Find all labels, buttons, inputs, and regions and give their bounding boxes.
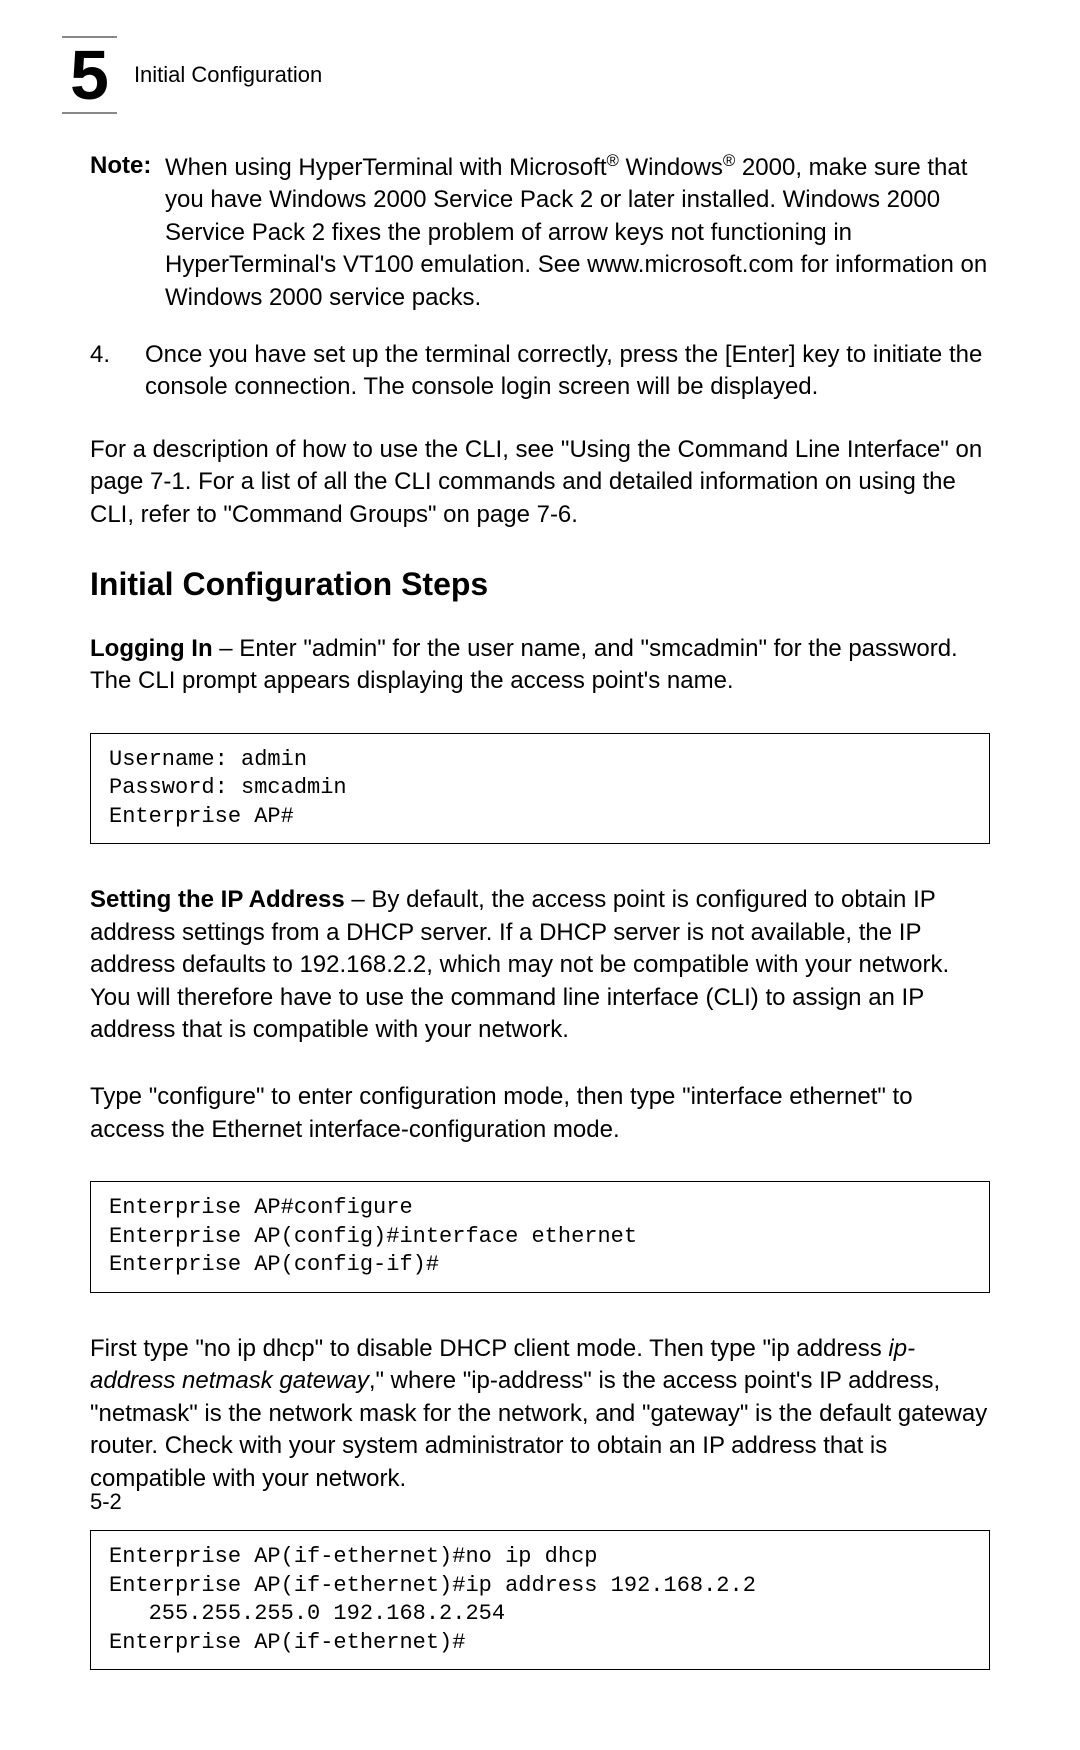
type-configure-paragraph: Type "configure" to enter configuration … <box>90 1081 990 1146</box>
cli-reference-paragraph: For a description of how to use the CLI,… <box>90 434 990 531</box>
page-number: 5-2 <box>90 1489 122 1515</box>
code-block-ip-address: Enterprise AP(if-ethernet)#no ip dhcp En… <box>90 1530 990 1670</box>
first-type-paragraph: First type "no ip dhcp" to disable DHCP … <box>90 1333 990 1495</box>
chapter-title: Initial Configuration <box>134 62 322 88</box>
note-text-part1: When using HyperTerminal with Microsoft <box>165 154 606 181</box>
note-label: Note: <box>90 150 165 314</box>
step-number: 4. <box>90 339 145 404</box>
code-block-configure: Enterprise AP#configure Enterprise AP(co… <box>90 1181 990 1293</box>
logging-in-text: – Enter "admin" for the user name, and "… <box>90 635 958 694</box>
logging-in-paragraph: Logging In – Enter "admin" for the user … <box>90 633 990 698</box>
note-text: When using HyperTerminal with Microsoft®… <box>165 150 990 314</box>
logging-in-lead: Logging In <box>90 635 213 662</box>
registered-mark-icon: ® <box>606 151 618 170</box>
registered-mark-icon: ® <box>723 151 735 170</box>
note-text-part2: Windows <box>619 154 723 181</box>
chapter-number: 5 <box>70 40 109 110</box>
setting-ip-paragraph: Setting the IP Address – By default, the… <box>90 884 990 1046</box>
step-text: Once you have set up the terminal correc… <box>145 339 990 404</box>
step-4: 4. Once you have set up the terminal cor… <box>90 339 990 404</box>
setting-ip-lead: Setting the IP Address <box>90 886 345 913</box>
section-heading: Initial Configuration Steps <box>90 566 990 603</box>
first-type-part1: First type "no ip dhcp" to disable DHCP … <box>90 1335 888 1362</box>
page-header: 5 Initial Configuration <box>70 40 990 110</box>
code-block-login: Username: admin Password: smcadmin Enter… <box>90 733 990 845</box>
note-block: Note: When using HyperTerminal with Micr… <box>90 150 990 314</box>
